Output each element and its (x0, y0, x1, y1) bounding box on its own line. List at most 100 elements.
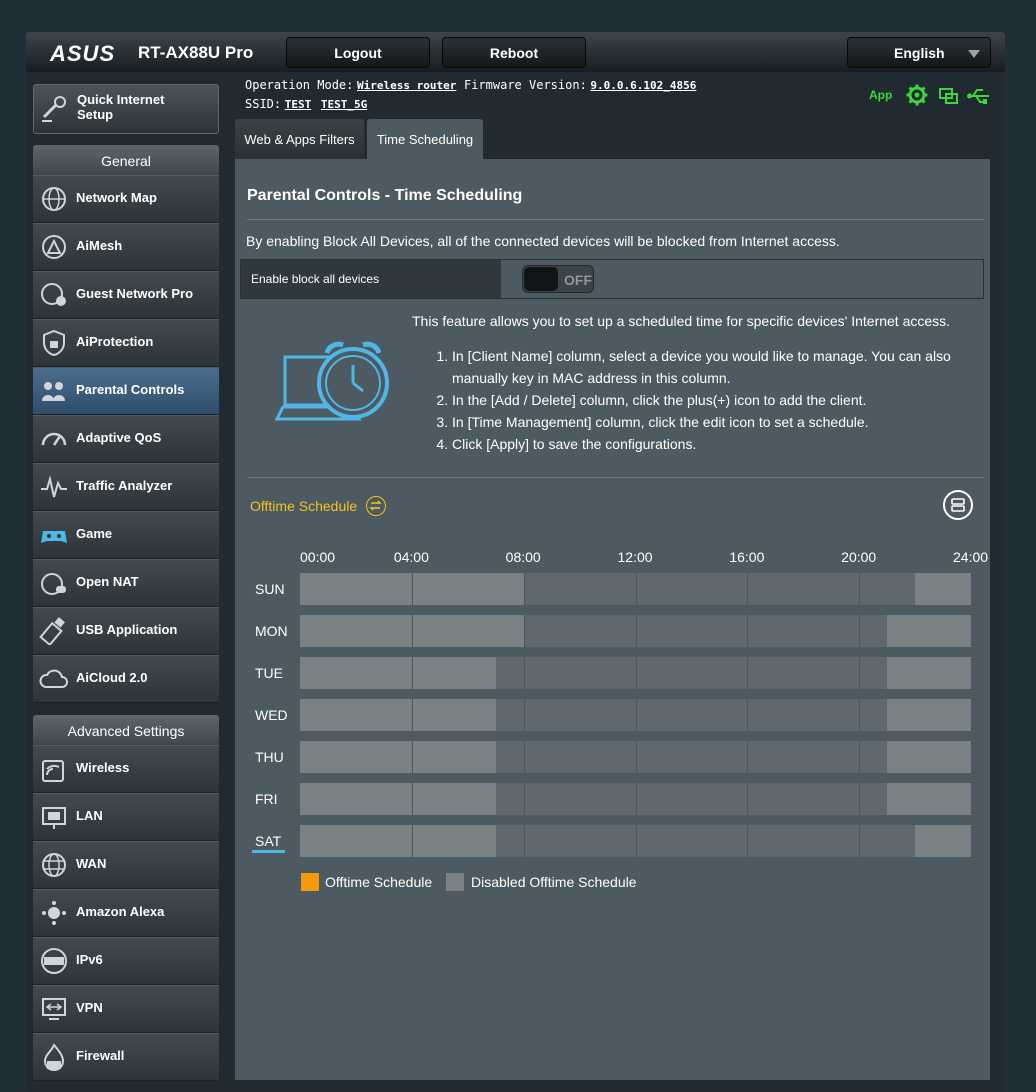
sidebar-item-game[interactable]: Game (33, 511, 219, 559)
usb-stick-icon (39, 617, 65, 645)
grid-line (411, 783, 413, 815)
grid-line (411, 699, 413, 731)
sidebar-item-firewall[interactable]: Firewall (33, 1033, 219, 1081)
disabled-offtime-segment[interactable] (300, 657, 496, 689)
sidebar-item-ipv6[interactable]: IPv6 (33, 937, 219, 985)
sidebar-item-parental-controls[interactable]: Parental Controls (33, 367, 219, 415)
app-link[interactable]: App (869, 88, 892, 102)
sidebar-item-aiprotection[interactable]: AiProtection (33, 319, 219, 367)
sidebar-item-amazon-alexa[interactable]: Amazon Alexa (33, 889, 219, 937)
sidebar-item-vpn[interactable]: VPN (33, 985, 219, 1033)
grid-line (859, 825, 861, 857)
sidebar-item-aicloud-2-0[interactable]: AiCloud 2.0 (33, 655, 219, 703)
schedule-row-thu[interactable] (300, 741, 971, 773)
day-label-wed[interactable]: WED (255, 707, 288, 723)
network-status-icon[interactable] (939, 86, 959, 106)
sidebar-item-guest-network-pro[interactable]: Guest Network Pro (33, 271, 219, 319)
disabled-offtime-segment[interactable] (887, 783, 971, 815)
usb-icon[interactable] (967, 87, 991, 105)
grid-line (747, 741, 749, 773)
language-select[interactable]: English (847, 37, 991, 68)
sidebar-item-wireless[interactable]: Wireless (33, 745, 219, 793)
guest-network-icon (41, 283, 66, 306)
day-label-mon[interactable]: MON (255, 623, 288, 639)
grid-line (523, 573, 525, 605)
sidebar-item-label: Wireless (76, 760, 130, 775)
schedule-row-sat[interactable] (300, 825, 971, 857)
gear-icon[interactable] (906, 84, 928, 106)
disabled-offtime-segment[interactable] (887, 699, 971, 731)
model-name: RT-AX88U Pro (138, 43, 254, 62)
grid-line (523, 783, 525, 815)
operation-mode-link[interactable]: Wireless router (357, 79, 456, 92)
ssid-line: SSID: TEST TEST_5G (245, 96, 367, 111)
tab-web-apps-filters[interactable]: Web & Apps Filters (235, 119, 364, 159)
disabled-offtime-segment[interactable] (915, 573, 971, 605)
sidebar-item-aimesh[interactable]: AiMesh (33, 223, 219, 271)
list-view-icon[interactable] (943, 490, 973, 520)
schedule-row-tue[interactable] (300, 657, 971, 689)
grid-line (411, 615, 413, 647)
legend-offtime-label: Offtime Schedule (325, 874, 433, 890)
sidebar-item-label: LAN (76, 808, 103, 823)
disabled-offtime-segment[interactable] (300, 825, 496, 857)
grid-line (859, 783, 861, 815)
asus-logo: ASUS (50, 41, 116, 66)
day-label-tue[interactable]: TUE (255, 665, 283, 681)
grid-line (859, 573, 861, 605)
sidebar-item-label: Guest Network Pro (76, 286, 194, 301)
sidebar-item-lan[interactable]: LAN (33, 793, 219, 841)
sidebar-item-wan[interactable]: WAN (33, 841, 219, 889)
chevron-down-icon (968, 50, 980, 58)
hour-label: 24:00 (953, 549, 989, 565)
disabled-offtime-segment[interactable] (887, 741, 971, 773)
sidebar-item-open-nat[interactable]: Open NAT (33, 559, 219, 607)
ssid-link-2g[interactable]: TEST (285, 98, 312, 111)
sidebar-item-network-map[interactable]: Network Map (33, 175, 219, 223)
disabled-offtime-segment[interactable] (300, 783, 496, 815)
schedule-row-sun[interactable] (300, 573, 971, 605)
firewall-icon (43, 1043, 65, 1071)
switch-mode-icon[interactable] (366, 496, 386, 516)
grid-line (747, 615, 749, 647)
firmware-link[interactable]: 9.0.0.6.102_4856 (590, 79, 696, 92)
grid-line (859, 657, 861, 689)
day-label-sat[interactable]: SAT (252, 833, 286, 853)
block-all-row: Enable block all devices OFF (240, 259, 984, 299)
ssid-link-5g[interactable]: TEST_5G (321, 98, 367, 111)
day-label-thu[interactable]: THU (255, 749, 284, 765)
feature-intro: This feature allows you to set up a sche… (412, 313, 951, 329)
quick-internet-setup-button[interactable]: Quick Internet Setup (33, 84, 219, 134)
grid-line (747, 825, 749, 857)
sidebar-item-usb-application[interactable]: USB Application (33, 607, 219, 655)
logout-button[interactable]: Logout (286, 37, 430, 68)
sidebar-item-label: USB Application (76, 622, 178, 637)
schedule-row-wed[interactable] (300, 699, 971, 731)
disabled-offtime-segment[interactable] (915, 825, 971, 857)
gamepad-icon (41, 531, 67, 543)
disabled-offtime-segment[interactable] (300, 741, 496, 773)
sidebar-item-label: Amazon Alexa (76, 904, 165, 919)
sidebar-item-label: AiProtection (76, 334, 154, 349)
hour-label: 08:00 (505, 549, 541, 565)
schedule-row-mon[interactable] (300, 615, 971, 647)
sidebar-item-label: IPv6 (76, 952, 103, 967)
sidebar-item-traffic-analyzer[interactable]: Traffic Analyzer (33, 463, 219, 511)
day-label-sun[interactable]: SUN (255, 581, 285, 597)
grid-line (747, 699, 749, 731)
reboot-button[interactable]: Reboot (442, 37, 586, 68)
ipv6-icon (41, 948, 67, 974)
grid-line (523, 699, 525, 731)
sidebar-item-adaptive-qos[interactable]: Adaptive QoS (33, 415, 219, 463)
block-all-toggle[interactable]: OFF (522, 265, 594, 293)
lan-icon (42, 807, 66, 829)
disabled-offtime-segment[interactable] (887, 657, 971, 689)
sidebar-item-label: Adaptive QoS (76, 430, 162, 445)
day-label-fri[interactable]: FRI (255, 791, 278, 807)
disabled-offtime-segment[interactable] (300, 699, 496, 731)
tab-time-scheduling[interactable]: Time Scheduling (367, 119, 483, 159)
sidebar-item-label: Game (76, 526, 113, 541)
disabled-offtime-segment[interactable] (887, 615, 971, 647)
toggle-knob (524, 267, 558, 291)
schedule-row-fri[interactable] (300, 783, 971, 815)
